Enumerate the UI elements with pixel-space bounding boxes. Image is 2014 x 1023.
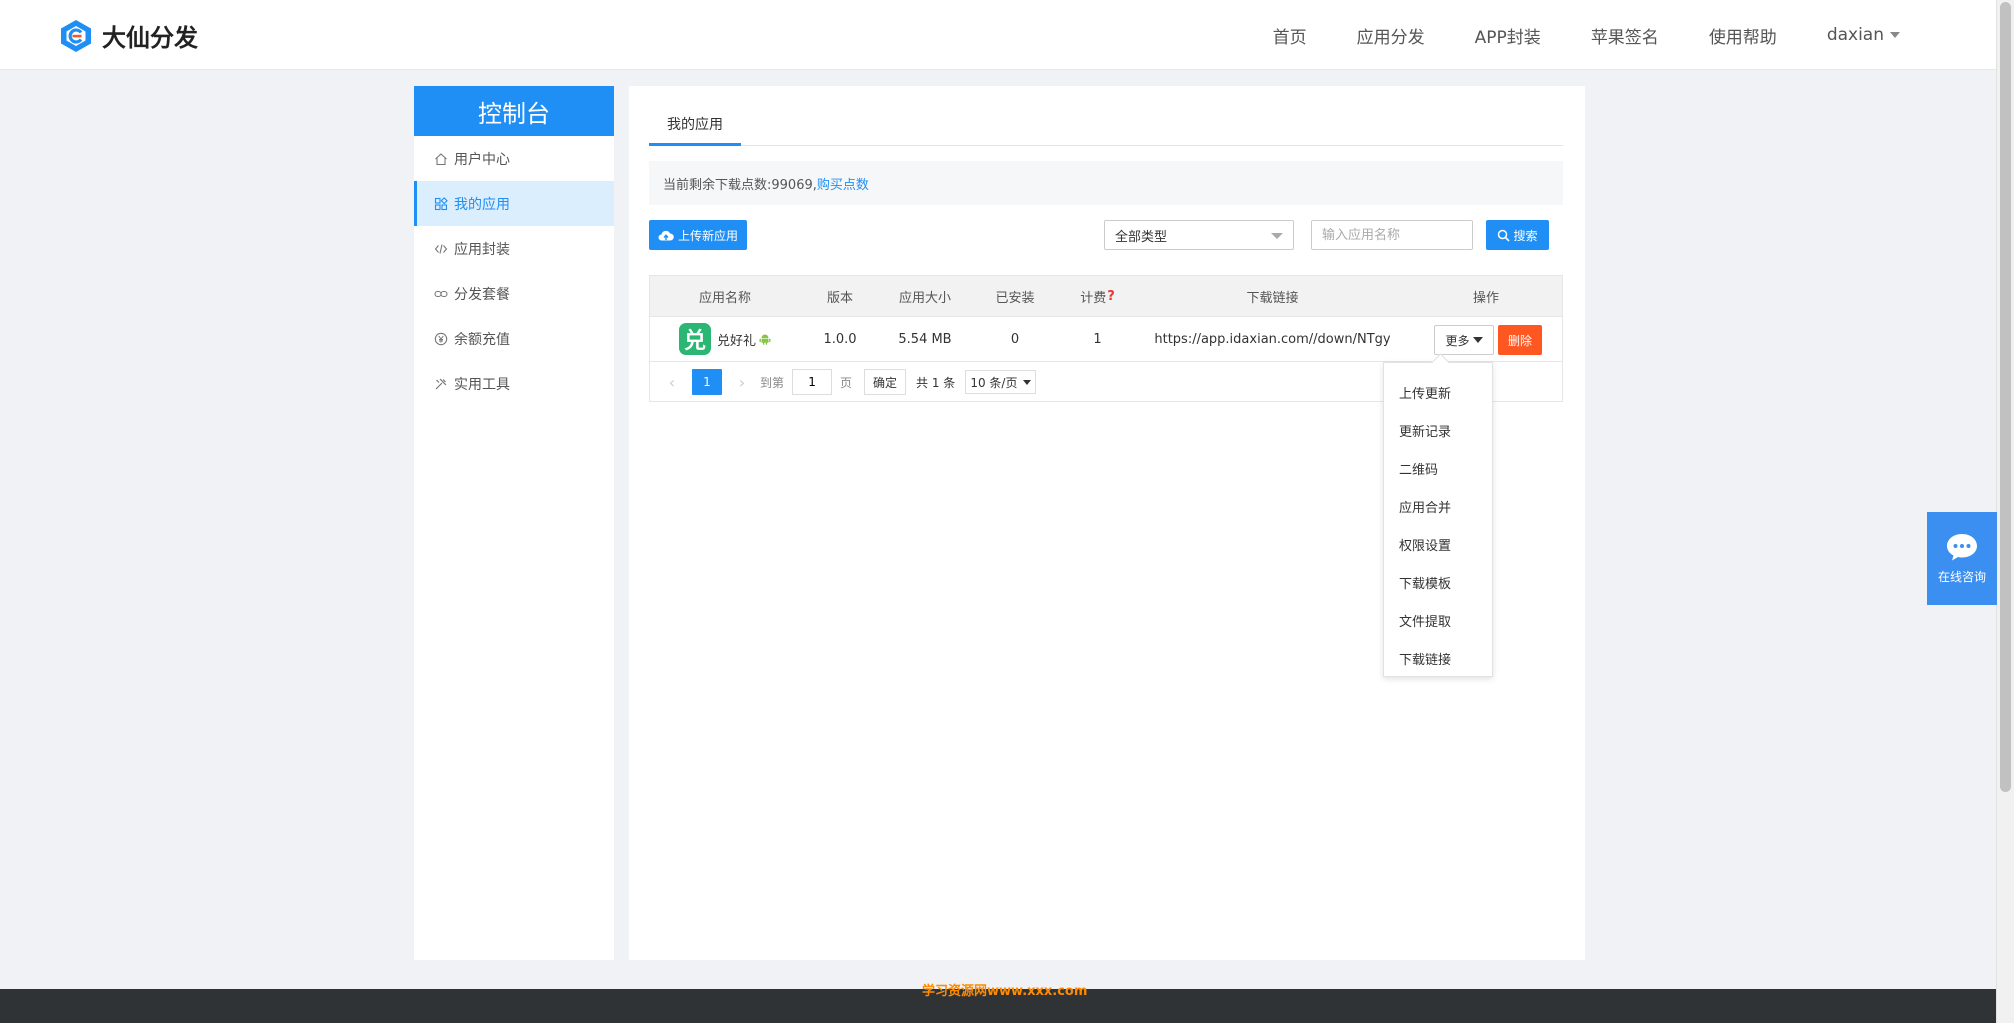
cell-download-link[interactable]: https://app.idaxian.com//down/NTgy xyxy=(1135,317,1410,361)
search-label: 搜索 xyxy=(1513,228,1538,243)
col-size: 应用大小 xyxy=(898,290,951,306)
sidebar-item-user-center[interactable]: 用户中心 xyxy=(414,136,614,181)
sidebar-item-plans[interactable]: 分发套餐 xyxy=(414,271,614,316)
user-name: daxian xyxy=(1826,25,1884,45)
menu-download-template[interactable]: 下载模板 xyxy=(1384,563,1492,601)
home-icon xyxy=(435,152,447,165)
page-current[interactable]: 1 xyxy=(692,369,722,395)
points-text: 当前剩余下载点数:99069, xyxy=(663,177,817,193)
col-actions: 操作 xyxy=(1472,290,1499,306)
sidebar-item-my-apps[interactable]: 我的应用 xyxy=(414,181,614,226)
delete-button[interactable]: 删除 xyxy=(1498,325,1542,355)
menu-app-merge[interactable]: 应用合并 xyxy=(1384,487,1492,525)
cell-version: 1.0.0 xyxy=(823,331,857,347)
sidebar-item-label: 分发套餐 xyxy=(454,286,510,303)
prev-page-icon[interactable]: ‹ xyxy=(662,373,682,392)
chevron-down-icon xyxy=(1023,379,1032,385)
sidebar-item-label: 实用工具 xyxy=(454,376,510,393)
user-menu[interactable]: daxian xyxy=(1827,25,1900,45)
sidebar-item-label: 应用封装 xyxy=(454,241,510,258)
app-name-search-input[interactable] xyxy=(1311,220,1473,250)
total-count: 共 1 条 xyxy=(916,375,956,390)
page-size-value: 10 条/页 xyxy=(970,375,1018,390)
cloud-upload-icon xyxy=(658,230,674,240)
more-button[interactable]: 更多 xyxy=(1434,325,1494,355)
link-icon xyxy=(434,290,448,297)
sidebar-item-app-wrap[interactable]: 应用封装 xyxy=(414,226,614,271)
toolbar: 上传新应用 全部类型 搜索 xyxy=(649,220,1563,250)
next-page-icon[interactable]: › xyxy=(732,373,752,392)
menu-permissions[interactable]: 权限设置 xyxy=(1384,525,1492,563)
tools-icon xyxy=(435,378,447,389)
app-icon: 兑 xyxy=(678,323,711,355)
upload-app-label: 上传新应用 xyxy=(678,228,739,243)
nav-help[interactable]: 使用帮助 xyxy=(1709,23,1777,48)
menu-qrcode[interactable]: 二维码 xyxy=(1384,449,1492,487)
upload-app-button[interactable]: 上传新应用 xyxy=(649,220,748,250)
chat-bubble-icon xyxy=(1947,534,1977,561)
table-row: 兑 兑好礼 1.0.0 5.54 MB 0 1 https://app.idax… xyxy=(650,316,1562,362)
nav-distribution[interactable]: 应用分发 xyxy=(1357,23,1425,48)
menu-upload-update[interactable]: 上传更新 xyxy=(1384,373,1492,411)
sidebar: 控制台 用户中心 我的应用 应用封装 分发套餐 余额充值 实用工具 xyxy=(414,86,614,960)
col-download-link: 下载链接 xyxy=(1246,290,1299,306)
brand-name: 大仙分发 xyxy=(102,24,198,52)
tab-my-apps[interactable]: 我的应用 xyxy=(649,104,741,146)
goto-label: 到第 xyxy=(760,375,785,390)
nav-app-wrap[interactable]: APP封装 xyxy=(1475,23,1541,48)
app-type-select[interactable]: 全部类型 xyxy=(1104,220,1294,250)
page-unit-label: 页 xyxy=(840,375,853,390)
brand-logo-icon xyxy=(61,19,91,52)
chevron-down-icon xyxy=(1472,337,1483,343)
cell-billing: 1 xyxy=(1093,331,1102,347)
cell-size: 5.54 MB xyxy=(898,331,952,347)
buy-points-link[interactable]: 购买点数 xyxy=(817,174,869,193)
col-installed: 已安装 xyxy=(995,290,1035,306)
menu-download-link[interactable]: 下载链接 xyxy=(1384,639,1492,677)
page-scrollbar[interactable] xyxy=(1996,0,2014,1023)
page-size-select[interactable]: 10 条/页 xyxy=(965,370,1037,394)
table-header: 应用名称 版本 应用大小 已安装 计费 ? 下载链接 操作 xyxy=(650,276,1562,316)
scrollbar-thumb[interactable] xyxy=(2000,2,2011,792)
sidebar-item-tools[interactable]: 实用工具 xyxy=(414,361,614,406)
app-name: 兑好礼 xyxy=(716,333,756,349)
sidebar-item-label: 余额充值 xyxy=(454,331,510,348)
online-chat-button[interactable]: 在线咨询 xyxy=(1927,512,1997,605)
menu-file-extract[interactable]: 文件提取 xyxy=(1384,601,1492,639)
nav-apple-sign[interactable]: 苹果签名 xyxy=(1591,23,1659,48)
more-label: 更多 xyxy=(1445,333,1470,348)
android-icon xyxy=(759,334,771,345)
sidebar-item-recharge[interactable]: 余额充值 xyxy=(414,316,614,361)
brand-logo[interactable]: 大仙分发 xyxy=(60,18,198,53)
top-header: 大仙分发 首页 应用分发 APP封装 苹果签名 使用帮助 daxian xyxy=(0,0,1996,70)
search-button[interactable]: 搜索 xyxy=(1486,220,1549,250)
more-dropdown-menu: 上传更新 更新记录 二维码 应用合并 权限设置 下载模板 文件提取 下载链接 xyxy=(1383,362,1493,677)
cell-app-name: 兑 兑好礼 xyxy=(650,317,800,361)
yen-icon xyxy=(434,332,448,345)
help-icon[interactable]: ? xyxy=(1107,289,1115,304)
search-icon xyxy=(1498,229,1511,242)
menu-update-log[interactable]: 更新记录 xyxy=(1384,411,1492,449)
sidebar-item-label: 用户中心 xyxy=(454,151,510,168)
col-app-name: 应用名称 xyxy=(698,290,751,306)
sidebar-title: 控制台 xyxy=(414,86,614,136)
goto-page-input[interactable] xyxy=(792,369,833,395)
app-type-value: 全部类型 xyxy=(1115,229,1168,245)
code-icon xyxy=(434,243,448,254)
select-caret-icon xyxy=(1271,233,1283,239)
apps-icon xyxy=(434,196,448,210)
watermark-text: 学习资源网www.xxx.com xyxy=(922,984,1088,999)
goto-confirm-button[interactable]: 确定 xyxy=(864,369,907,395)
main-nav: 首页 应用分发 APP封装 苹果签名 使用帮助 daxian xyxy=(1273,0,1900,70)
cell-installed: 0 xyxy=(1010,331,1020,347)
chevron-down-icon xyxy=(1890,32,1900,38)
col-version: 版本 xyxy=(826,290,853,306)
col-billing-label: 计费 xyxy=(1080,290,1107,306)
sidebar-item-label: 我的应用 xyxy=(454,196,510,213)
tab-bar: 我的应用 xyxy=(649,104,1563,146)
nav-home[interactable]: 首页 xyxy=(1273,23,1307,48)
points-notice: 当前剩余下载点数:99069, 购买点数 xyxy=(649,161,1563,205)
col-billing: 计费 ? xyxy=(1060,276,1135,316)
chat-label: 在线咨询 xyxy=(1937,570,1986,584)
